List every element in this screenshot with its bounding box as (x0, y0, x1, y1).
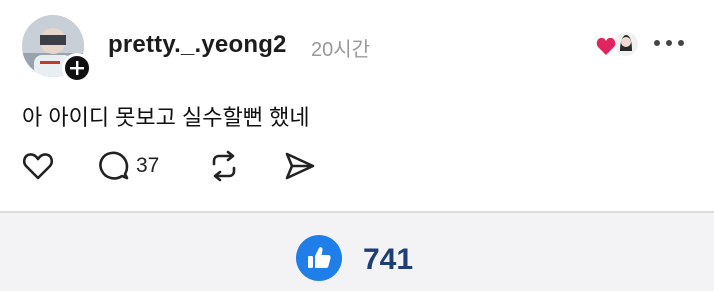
post-timestamp: 20시간 (311, 39, 371, 61)
share-button[interactable] (284, 150, 316, 182)
more-dots-icon (654, 40, 684, 46)
username[interactable]: pretty._.yeong2 (108, 31, 287, 59)
liked-by-indicator[interactable] (596, 29, 640, 59)
like-button[interactable] (22, 150, 54, 182)
reply-count: 37 (136, 154, 160, 177)
thumbs-up-icon (308, 247, 331, 268)
more-options-button[interactable] (652, 33, 686, 53)
send-icon (285, 152, 315, 180)
comment-bubble-icon (99, 151, 129, 180)
thumbs-up-button[interactable] (296, 235, 342, 281)
follow-button[interactable] (62, 53, 92, 83)
heart-outline-icon (22, 153, 54, 180)
thread-post: pretty._.yeong2 20시간 아 아이디 못보고 실수할뻔 했네 3… (0, 0, 714, 211)
avatar-area[interactable] (22, 15, 92, 83)
like-count: 741 (363, 243, 414, 276)
reply-button[interactable]: 37 (98, 150, 159, 182)
heart-with-avatar-icon (596, 30, 640, 58)
post-text: 아 아이디 못보고 실수할뻔 했네 (22, 105, 310, 130)
reaction-footer: 741 (0, 213, 714, 291)
plus-icon (70, 61, 84, 75)
repost-arrows-icon (212, 150, 236, 182)
repost-button[interactable] (208, 150, 240, 182)
